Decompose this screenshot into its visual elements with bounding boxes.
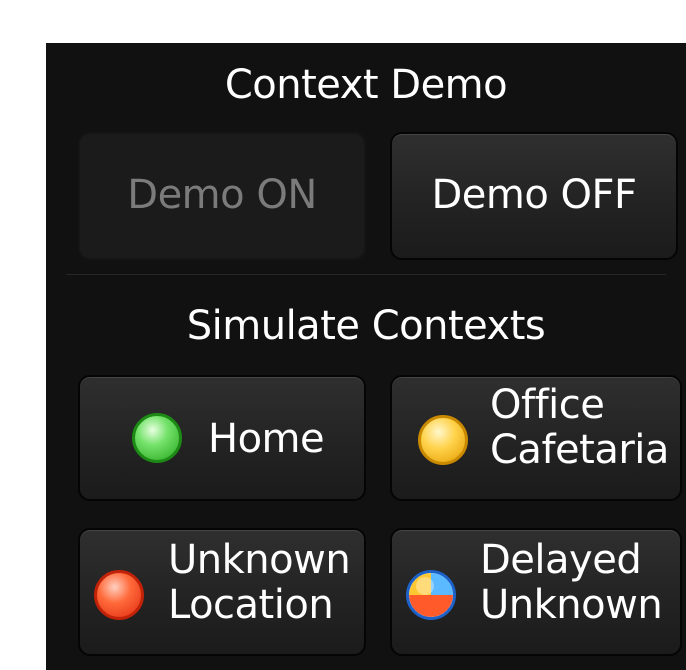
demo-off-label: Demo OFF: [431, 172, 637, 219]
yellow-circle-icon: [418, 415, 468, 465]
home-label: Home: [208, 416, 325, 462]
red-circle-icon: [94, 570, 144, 620]
label-line-1: Delayed: [480, 537, 642, 583]
label-line-2: Cafetaria: [490, 427, 669, 474]
office-cafetaria-context-button[interactable]: Office Cafetaria: [390, 375, 682, 501]
delayed-unknown-context-button[interactable]: Delayed Unknown: [390, 528, 682, 656]
label-line-1: Unknown: [168, 537, 351, 583]
gloss-highlight: [416, 577, 434, 595]
green-circle-icon: [132, 413, 182, 463]
demo-on-button[interactable]: Demo ON: [78, 132, 366, 260]
home-context-button[interactable]: Home: [78, 375, 366, 501]
demo-on-label: Demo ON: [127, 172, 317, 219]
context-demo-panel: Context Demo Demo ON Demo OFF Simulate C…: [46, 43, 686, 670]
multicolor-circle-svg: [409, 573, 453, 617]
section-divider: [66, 274, 666, 275]
label-line-2: Location: [168, 582, 334, 629]
demo-off-button[interactable]: Demo OFF: [390, 132, 678, 260]
office-cafetaria-label: Office Cafetaria: [490, 382, 669, 474]
label-line-2: Unknown: [480, 582, 663, 629]
unknown-location-context-button[interactable]: Unknown Location: [78, 528, 366, 656]
delayed-unknown-label: Delayed Unknown: [480, 537, 663, 629]
label-line-1: Office: [490, 382, 605, 428]
context-demo-title: Context Demo: [224, 62, 508, 108]
multicolor-circle-icon: [406, 570, 456, 620]
unknown-location-label: Unknown Location: [168, 537, 351, 629]
blue-slice: [431, 573, 453, 595]
simulate-contexts-title: Simulate Contexts: [186, 303, 546, 349]
red-slice: [409, 595, 453, 617]
